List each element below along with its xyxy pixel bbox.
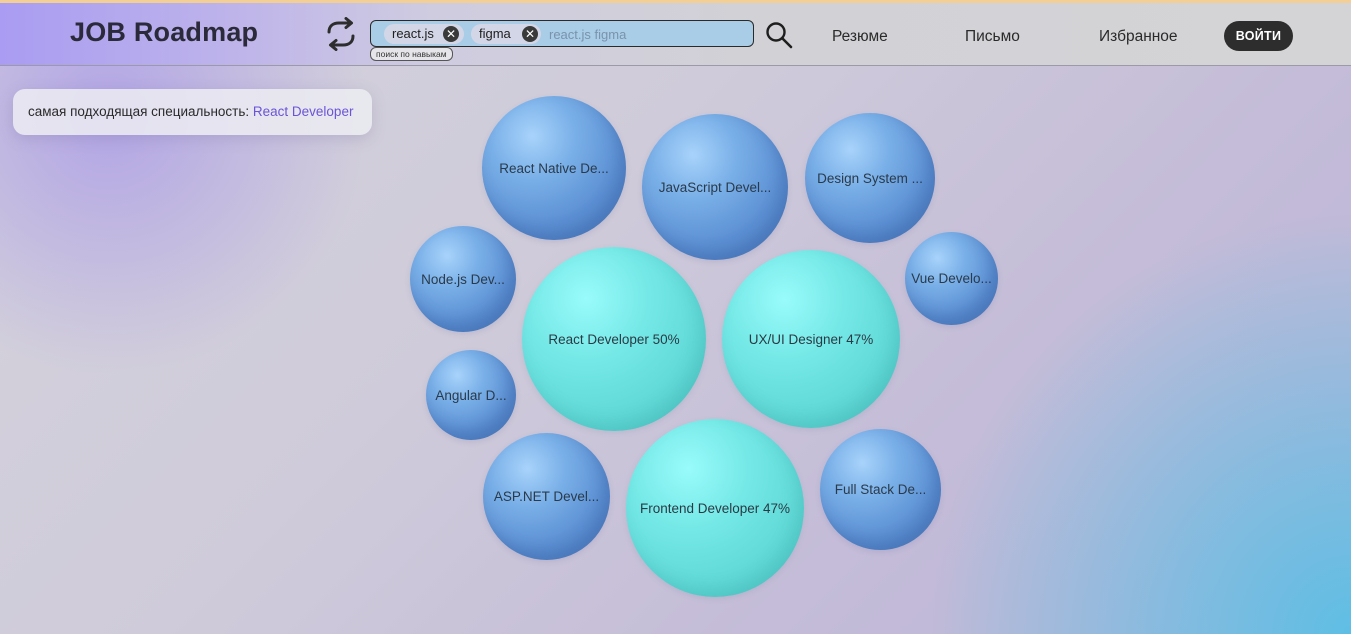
skill-search: react.js ✕ figma ✕: [370, 20, 754, 47]
job-bubble[interactable]: Full Stack De...: [820, 429, 941, 550]
job-bubble[interactable]: Design System ...: [805, 113, 935, 243]
job-bubble-label: Vue Develo...: [911, 271, 992, 286]
job-bubble-top[interactable]: UX/UI Designer 47%: [722, 250, 900, 428]
job-bubble-label: JavaScript Devel...: [658, 179, 772, 195]
job-bubble-label: Node.js Dev...: [421, 271, 505, 287]
app-logo[interactable]: JOB Roadmap: [70, 17, 258, 48]
skill-chip-label: react.js: [392, 26, 434, 41]
remove-chip-icon[interactable]: ✕: [522, 26, 538, 42]
skill-chip: react.js ✕: [384, 24, 464, 44]
job-bubble[interactable]: ASP.NET Devel...: [483, 433, 610, 560]
job-bubble-label: React Developer 50%: [548, 331, 680, 347]
best-match-label: самая подходящая специальность:: [28, 104, 250, 119]
nav-letter[interactable]: Письмо: [965, 28, 1020, 46]
nav-favorites[interactable]: Избранное: [1099, 28, 1178, 46]
best-match-specialty[interactable]: React Developer: [253, 104, 354, 119]
job-bubble-label: Frontend Developer 47%: [639, 500, 791, 516]
job-bubble-top[interactable]: React Developer 50%: [522, 247, 706, 431]
job-bubble-label: React Native De...: [499, 160, 609, 176]
job-bubble[interactable]: JavaScript Devel...: [642, 114, 788, 260]
job-bubble-label: Design System ...: [817, 170, 923, 186]
search-hint: поиск по навыкам: [370, 47, 453, 61]
job-bubble-label: Full Stack De...: [834, 482, 927, 497]
nav-resume[interactable]: Резюме: [832, 28, 888, 46]
best-match-card: самая подходящая специальность: React De…: [13, 89, 372, 135]
job-bubble-top[interactable]: Frontend Developer 47%: [626, 419, 804, 597]
job-bubble-label: Angular D...: [435, 387, 507, 403]
job-bubble-label: ASP.NET Devel...: [493, 489, 600, 504]
refresh-icon[interactable]: [323, 17, 359, 51]
search-input[interactable]: [547, 23, 751, 46]
job-bubble[interactable]: Node.js Dev...: [410, 226, 516, 332]
login-button[interactable]: ВОЙТИ: [1224, 21, 1293, 51]
job-bubble[interactable]: React Native De...: [482, 96, 626, 240]
skill-chip-label: figma: [479, 26, 511, 41]
header: JOB Roadmap react.js ✕ figma ✕ поиск по …: [0, 3, 1351, 66]
search-icon[interactable]: [765, 21, 793, 49]
job-bubble[interactable]: Vue Develo...: [905, 232, 998, 325]
remove-chip-icon[interactable]: ✕: [443, 26, 459, 42]
skill-chip: figma ✕: [471, 24, 541, 44]
job-bubble-label: UX/UI Designer 47%: [748, 331, 874, 347]
job-bubble[interactable]: Angular D...: [426, 350, 516, 440]
